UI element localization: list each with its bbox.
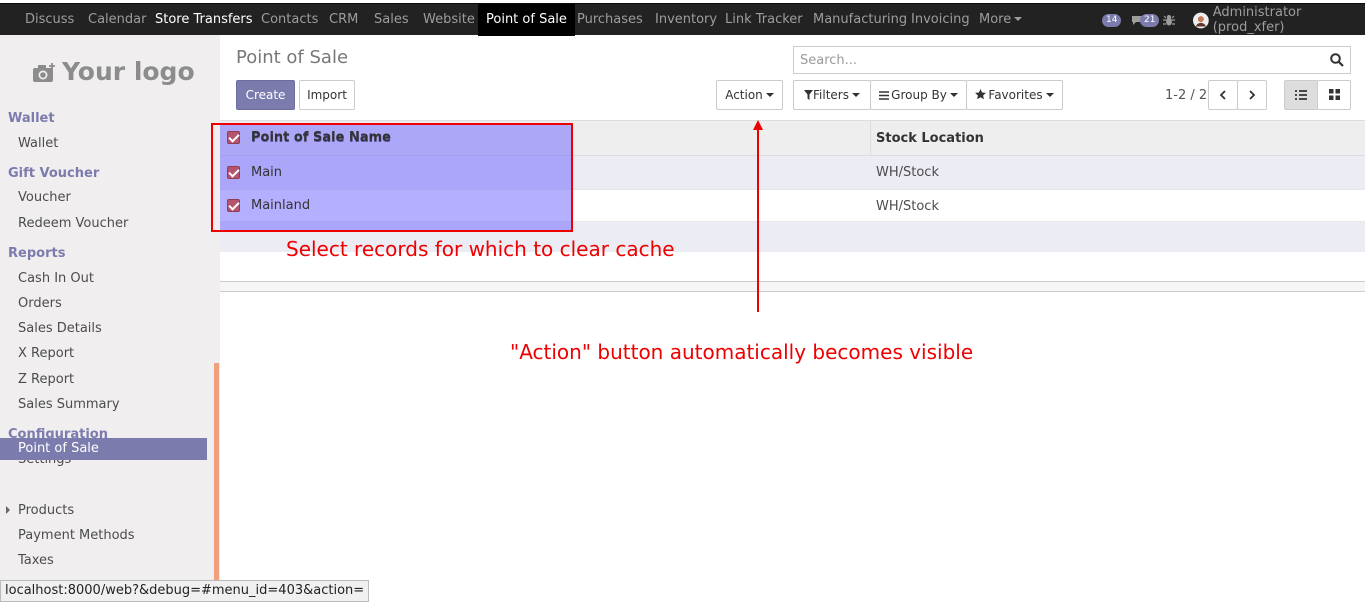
nav-more[interactable]: More bbox=[979, 4, 1023, 36]
sidebar-item-z-report[interactable]: Z Report bbox=[18, 372, 74, 387]
sidebar-item-x-report[interactable]: X Report bbox=[18, 346, 74, 361]
annotation-action-note: "Action" button automatically becomes vi… bbox=[510, 340, 974, 364]
filters-button[interactable]: Filters bbox=[793, 80, 871, 110]
kanban-view-button[interactable] bbox=[1317, 80, 1351, 110]
annotation-arrow bbox=[753, 120, 763, 312]
sidebar-item-point-of-sale[interactable]: Point of Sale bbox=[0, 438, 207, 460]
camera-icon bbox=[33, 63, 55, 82]
create-button[interactable]: Create bbox=[236, 80, 295, 110]
row-stock-location: WH/Stock bbox=[876, 165, 939, 180]
nav-manufacturing[interactable]: Manufacturing bbox=[813, 4, 907, 36]
nav-more-label: More bbox=[979, 12, 1012, 27]
chevron-down-icon bbox=[1045, 93, 1054, 97]
chevron-down-icon bbox=[949, 93, 958, 97]
row-stock-location: WH/Stock bbox=[876, 199, 939, 214]
user-menu[interactable]: Administrator (prod_xfer) bbox=[1193, 4, 1365, 36]
sidebar-item-products[interactable]: Products bbox=[18, 503, 74, 518]
pager-previous-button[interactable] bbox=[1208, 80, 1238, 110]
star-icon bbox=[975, 89, 987, 100]
sidebar-item-sales-summary[interactable]: Sales Summary bbox=[18, 397, 120, 412]
debug-indicator[interactable] bbox=[1163, 4, 1175, 36]
import-button[interactable]: Import bbox=[299, 80, 355, 110]
top-navbar: Discuss Calendar Store Transfers Contact… bbox=[0, 3, 1365, 36]
nav-crm[interactable]: CRM bbox=[329, 4, 358, 36]
sidebar-item-sales-details[interactable]: Sales Details bbox=[18, 321, 102, 336]
action-dropdown[interactable]: Action bbox=[716, 80, 783, 110]
sidebar-item-cash-in-out[interactable]: Cash In Out bbox=[18, 271, 94, 286]
activities-count-badge: 14 bbox=[1102, 13, 1122, 27]
nav-contacts[interactable]: Contacts bbox=[261, 4, 318, 36]
nav-calendar[interactable]: Calendar bbox=[88, 4, 146, 36]
search-placeholder: Search... bbox=[800, 53, 858, 68]
chevron-down-icon bbox=[1014, 17, 1023, 21]
list-icon bbox=[1295, 90, 1307, 100]
chevron-left-icon bbox=[1219, 90, 1226, 100]
bug-icon bbox=[1163, 14, 1175, 25]
chevron-right-icon bbox=[6, 506, 10, 514]
nav-sales[interactable]: Sales bbox=[374, 4, 409, 36]
nav-purchases[interactable]: Purchases bbox=[577, 4, 643, 36]
sidebar-section-wallet[interactable]: Wallet bbox=[8, 111, 55, 126]
nav-link-tracker[interactable]: Link Tracker bbox=[725, 4, 803, 36]
user-name: Administrator (prod_xfer) bbox=[1212, 5, 1302, 35]
chevron-right-icon bbox=[1249, 90, 1256, 100]
nav-point-of-sale[interactable]: Point of Sale bbox=[478, 4, 575, 36]
nav-inventory[interactable]: Inventory bbox=[655, 4, 717, 36]
column-header-stock-location[interactable]: Stock Location bbox=[876, 131, 984, 146]
page-title: Point of Sale bbox=[236, 47, 349, 68]
filter-icon bbox=[804, 90, 813, 100]
browser-status-bar: localhost:8000/web?&debug=#menu_id=403&a… bbox=[0, 580, 370, 602]
grid-icon bbox=[1328, 89, 1340, 100]
sidebar-section-reports[interactable]: Reports bbox=[8, 246, 65, 261]
logo-text: Your logo bbox=[62, 57, 195, 86]
messages-indicator[interactable]: 21 bbox=[1131, 4, 1160, 36]
messages-count-badge: 21 bbox=[1140, 13, 1160, 27]
sidebar-item-voucher[interactable]: Voucher bbox=[18, 190, 71, 205]
horizontal-scrollbar[interactable] bbox=[220, 282, 1365, 292]
search-input[interactable]: Search... bbox=[793, 46, 1351, 74]
nav-discuss[interactable]: Discuss bbox=[25, 4, 74, 36]
annotation-select-note: Select records for which to clear cache bbox=[286, 237, 675, 261]
avatar bbox=[1193, 12, 1209, 28]
search-icon[interactable] bbox=[1330, 53, 1344, 67]
nav-invoicing[interactable]: Invoicing bbox=[911, 4, 970, 36]
favorites-button[interactable]: Favorites bbox=[966, 80, 1063, 110]
filters-label: Filters bbox=[813, 88, 849, 102]
group-by-button[interactable]: Group By bbox=[870, 80, 967, 110]
sidebar-item-redeem-voucher[interactable]: Redeem Voucher bbox=[18, 216, 128, 231]
nav-website[interactable]: Website bbox=[423, 4, 475, 36]
sidebar-item-wallet[interactable]: Wallet bbox=[18, 136, 58, 151]
annotation-frame bbox=[211, 123, 573, 232]
sidebar-item-payment-methods[interactable]: Payment Methods bbox=[18, 528, 135, 543]
sidebar-scrollbar[interactable] bbox=[214, 363, 219, 580]
chevron-down-icon bbox=[765, 93, 774, 97]
activities-indicator[interactable]: 14 bbox=[1102, 4, 1122, 36]
list-view-button[interactable] bbox=[1284, 80, 1318, 110]
company-logo: Your logo bbox=[32, 57, 195, 86]
sidebar-item-label: Point of Sale bbox=[18, 441, 99, 456]
action-label: Action bbox=[725, 88, 763, 102]
column-divider bbox=[870, 121, 871, 155]
group-by-label: Group By bbox=[891, 88, 947, 102]
pager-next-button[interactable] bbox=[1237, 80, 1267, 110]
sidebar-item-orders[interactable]: Orders bbox=[18, 296, 62, 311]
sidebar-item-taxes[interactable]: Taxes bbox=[18, 553, 54, 568]
favorites-label: Favorites bbox=[988, 88, 1043, 102]
chevron-down-icon bbox=[851, 93, 860, 97]
pager-value[interactable]: 1-2 / 2 bbox=[1165, 88, 1207, 103]
sidebar-section-gift-voucher[interactable]: Gift Voucher bbox=[8, 166, 99, 181]
bars-icon bbox=[879, 91, 890, 100]
nav-store-transfers[interactable]: Store Transfers bbox=[155, 4, 253, 36]
